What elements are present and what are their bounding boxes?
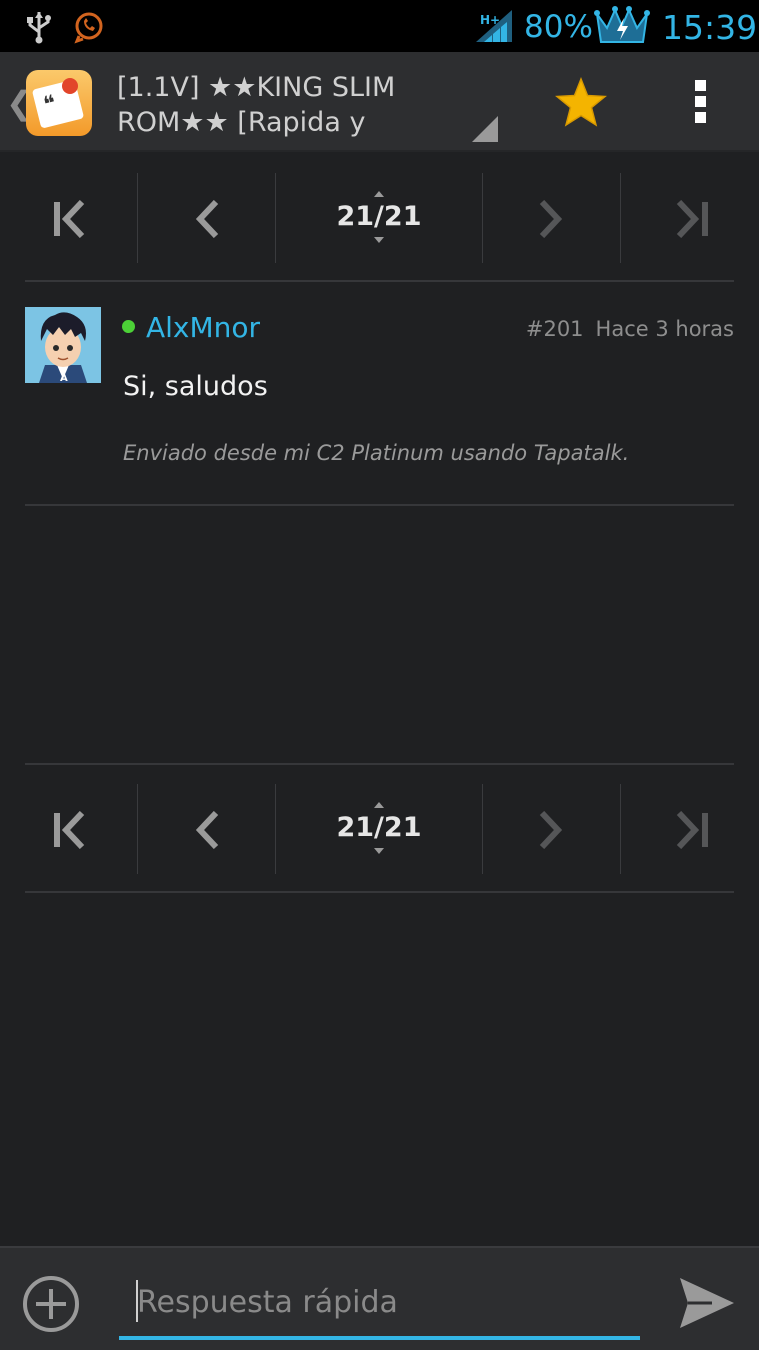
thread-title[interactable]: [1.1V] ★★KING SLIM ROM★★ [Rapida y [117,70,477,140]
prev-page-icon [195,200,219,238]
divider [25,763,734,765]
first-page-icon [54,200,85,238]
avatar[interactable]: A [25,307,101,383]
crown-battery-icon [594,6,650,43]
next-page-icon [539,200,563,238]
next-page-button[interactable] [483,173,620,263]
last-page-button[interactable] [621,784,759,874]
last-page-icon [676,811,708,849]
pin-icon [62,78,78,94]
post-number: #201 [525,317,584,341]
post-signature: Enviado desde mi C2 Platinum usando Tapa… [123,441,630,465]
clock: 15:39 [662,8,758,47]
add-attachment-icon[interactable] [22,1275,80,1333]
usb-icon [27,12,51,44]
pagination-top: 21/21 [0,173,759,263]
prev-page-icon [195,811,219,849]
quick-reply-input[interactable] [119,1268,640,1340]
post-time: Hace 3 horas [595,317,734,341]
first-page-icon [54,811,85,849]
app-icon[interactable]: ❝ [26,70,92,136]
signal-icon: H+ [476,10,512,42]
quick-reply-bar [0,1246,759,1350]
pagination-bottom: 21/21 [0,784,759,874]
svg-text:H+: H+ [480,13,500,27]
last-page-icon [676,200,708,238]
divider [25,504,734,506]
text-cursor [136,1280,138,1322]
page-indicator: 21/21 [336,201,422,232]
first-page-button[interactable] [0,173,137,263]
next-page-icon [539,811,563,849]
prev-page-button[interactable] [138,784,275,874]
page-indicator: 21/21 [336,812,422,843]
divider [25,891,734,893]
post-username[interactable]: AlxMnor [146,311,260,344]
action-bar: ❮ ❝ [1.1V] ★★KING SLIM ROM★★ [Rapida y [0,52,759,152]
avatar-image: A [25,307,101,383]
overflow-menu-icon[interactable] [692,80,708,124]
status-bar: H+ 80% 15:39 [0,0,759,52]
favorite-star-icon[interactable] [554,76,608,130]
send-icon[interactable] [678,1276,736,1330]
post-body: Si, saludos [123,371,268,402]
prev-page-button[interactable] [138,173,275,263]
last-page-button[interactable] [621,173,759,263]
svg-text:A: A [60,373,68,383]
post-meta: #201 Hace 3 horas [514,317,734,341]
dropdown-corner-icon[interactable] [472,116,498,142]
next-page-button[interactable] [483,784,620,874]
divider [25,280,734,282]
first-page-button[interactable] [0,784,137,874]
whatsapp-icon [74,12,103,44]
battery-percent: 80% [524,9,593,45]
online-status-dot [122,320,135,333]
